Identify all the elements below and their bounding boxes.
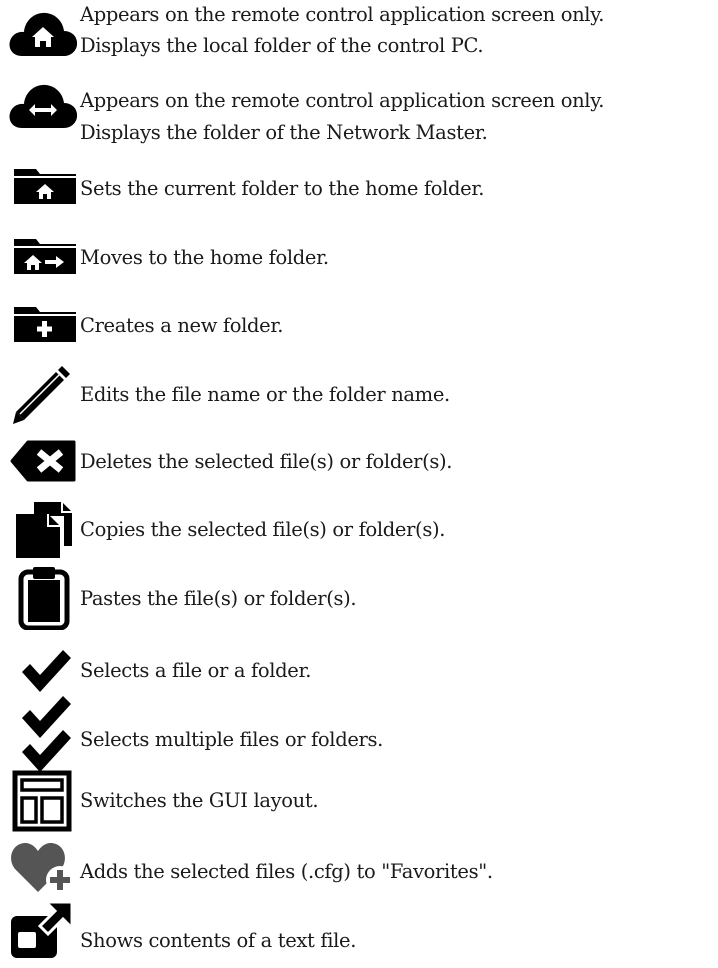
cloud-arrows-icon [9, 84, 78, 128]
item-text: Edits the file name or the folder name. [80, 383, 450, 406]
cloud-home-icon [9, 12, 78, 56]
folder-plus-icon [14, 307, 76, 342]
pencil-icon [13, 366, 70, 424]
clipboard-icon [18, 567, 70, 630]
item-text: Copies the selected file(s) or folder(s)… [80, 518, 446, 541]
item-text: Displays the folder of the Network Maste… [80, 121, 488, 144]
item-text: Selects multiple files or folders. [80, 728, 383, 751]
backspace-delete-icon [10, 440, 76, 482]
heart-plus-icon [11, 842, 74, 894]
item-text: Creates a new folder. [80, 314, 284, 337]
item-text: Pastes the file(s) or folder(s). [80, 587, 357, 610]
item-text: Sets the current folder to the home fold… [80, 177, 485, 200]
item-text: Adds the selected files (.cfg) to "Favor… [80, 860, 493, 883]
item-text: Appears on the remote control applicatio… [80, 3, 605, 26]
item-text: Selects a file or a folder. [80, 659, 312, 682]
double-checkmark-icon [22, 696, 71, 772]
item-text: Switches the GUI layout. [80, 789, 319, 812]
item-text: Deletes the selected file(s) or folder(s… [80, 450, 453, 473]
item-text: Displays the local folder of the control… [80, 34, 484, 57]
folder-home-icon [14, 169, 76, 204]
folder-home-arrow-icon [14, 239, 76, 274]
layout-icon [12, 770, 72, 832]
item-text: Moves to the home folder. [80, 246, 329, 269]
checkmark-icon [22, 650, 71, 692]
open-external-icon [11, 900, 74, 958]
item-text: Shows contents of a text file. [80, 929, 357, 952]
copy-files-icon [16, 502, 72, 558]
item-text: Appears on the remote control applicatio… [80, 89, 605, 112]
